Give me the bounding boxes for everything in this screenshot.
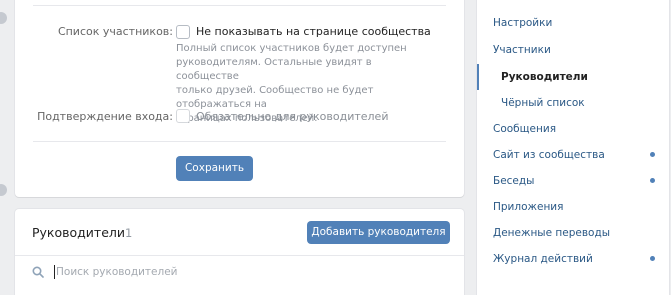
- managers-count: 1: [125, 226, 133, 240]
- menu-item-label: Сайт из сообщества: [493, 149, 605, 161]
- menu-item-managers[interactable]: Руководители: [477, 64, 669, 90]
- menu-item-label: Денежные переводы: [493, 227, 611, 239]
- login-confirm-checkbox[interactable]: [176, 109, 190, 123]
- hint-line-3: только друзей. Сообщество не будет отобр…: [176, 85, 374, 110]
- menu-item-settings[interactable]: Настройки: [477, 10, 669, 36]
- text-cursor: [54, 265, 55, 279]
- menu-item-action-log[interactable]: Журнал действий: [477, 246, 669, 272]
- save-button[interactable]: Сохранить: [176, 156, 253, 181]
- search-icon: [32, 266, 44, 281]
- managers-divider: [15, 255, 464, 256]
- managers-title: Руководители: [32, 225, 125, 240]
- menu-item-label: Настройки: [493, 17, 553, 29]
- hide-members-checkbox[interactable]: [176, 25, 190, 39]
- menu-item-apps[interactable]: Приложения: [477, 194, 669, 220]
- search-managers-input[interactable]: [56, 264, 446, 280]
- menu-item-label: Участники: [493, 44, 551, 56]
- new-indicator-dot: [650, 152, 655, 157]
- menu-item-label: Чёрный список: [501, 97, 585, 109]
- menu-item-label: Сообщения: [493, 123, 557, 135]
- members-list-label: Список участников:: [57, 25, 173, 38]
- add-manager-button[interactable]: Добавить руководителя: [307, 221, 450, 244]
- settings-side-menu: Настройки Участники Руководители Чёрный …: [477, 0, 669, 295]
- menu-item-blacklist[interactable]: Чёрный список: [477, 90, 669, 116]
- login-confirm-label: Подтверждение входа:: [37, 110, 173, 123]
- community-settings-card: Список участников: Не показывать на стра…: [15, 0, 464, 197]
- menu-item-label: Руководители: [501, 71, 588, 83]
- menu-item-messages[interactable]: Сообщения: [477, 116, 669, 142]
- menu-item-community-site[interactable]: Сайт из сообщества: [477, 142, 669, 168]
- hide-members-checkbox-label[interactable]: Не показывать на странице сообщества: [196, 25, 431, 38]
- menu-item-label: Приложения: [493, 201, 564, 213]
- menu-item-chats[interactable]: Беседы: [477, 168, 669, 194]
- save-divider: [33, 141, 446, 142]
- new-indicator-dot: [650, 256, 655, 261]
- scroll-indicator-dot-bottom: [0, 184, 7, 196]
- scroll-indicator-dot-top: [0, 12, 7, 24]
- menu-item-members[interactable]: Участники: [477, 37, 669, 63]
- menu-item-label: Журнал действий: [493, 253, 593, 265]
- hint-line-2: руководителям. Остальные увидят в сообще…: [176, 57, 372, 82]
- menu-item-money-transfers[interactable]: Денежные переводы: [477, 220, 669, 246]
- top-divider: [33, 5, 446, 6]
- login-confirm-checkbox-label[interactable]: Обязательно для руководителей: [196, 110, 388, 123]
- hint-line-1: Полный список участников будет доступен: [176, 43, 407, 54]
- managers-card: Руководители 1 Добавить руководителя: [15, 209, 464, 295]
- menu-item-label: Беседы: [493, 175, 535, 187]
- new-indicator-dot: [650, 178, 655, 183]
